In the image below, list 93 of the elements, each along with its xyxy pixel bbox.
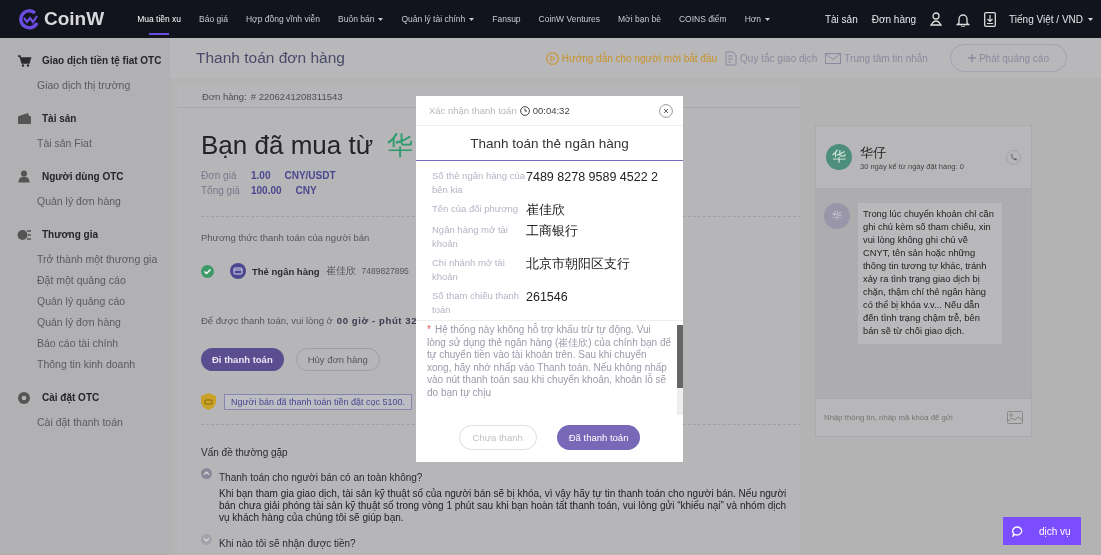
price-value: 100.00 <box>251 185 282 196</box>
faq-title: Vấn đề thường gặp <box>201 447 289 458</box>
sidebar-item[interactable]: Báo cáo tài chính <box>0 333 170 354</box>
nav-link[interactable]: Đơn hàng <box>864 13 924 25</box>
page-title: Thanh toán đơn hàng <box>196 49 345 67</box>
language-selector[interactable]: Tiếng Việt / VND <box>1003 13 1101 25</box>
method-name: Thẻ ngân hàng <box>252 265 320 277</box>
customer-service-button[interactable]: dịch vụ <box>1003 517 1081 545</box>
nav-item[interactable]: Báo giá <box>190 0 237 38</box>
document-icon <box>725 50 738 66</box>
field-label: Số tham chiếu thanh toán <box>432 289 521 317</box>
account-number: 7489827895 <box>361 266 409 276</box>
check-icon[interactable] <box>201 264 214 278</box>
field-value: 261546 <box>526 289 568 306</box>
avatar: 华 <box>826 144 852 170</box>
sidebar-item[interactable]: Quản lý đơn hàng <box>0 312 170 333</box>
countdown-timer: 00:04:32 <box>532 105 570 116</box>
chat-bubble-icon <box>1012 525 1023 537</box>
cart-icon <box>17 53 32 68</box>
wallet-icon <box>17 111 32 126</box>
scrollbar-thumb[interactable] <box>677 325 683 388</box>
sidebar-item[interactable]: Trở thành một thương gia <box>0 249 170 270</box>
price-value: 1.00 <box>251 170 271 181</box>
sidebar-heading: Giao dịch tiền tệ fiat OTC <box>42 55 162 66</box>
dialog-heading: Thanh toán thẻ ngân hàng <box>416 126 683 161</box>
nav-item[interactable]: Mua tiền xu <box>128 0 191 38</box>
sidebar-item[interactable]: Giao dịch thị trường <box>0 75 170 96</box>
contact-name: 华仔 <box>860 143 887 162</box>
field-value: 7489 8278 9589 4522 2 <box>526 169 659 186</box>
countdown-value: 00 giờ - phút 32 <box>336 315 418 326</box>
bank-card-icon <box>230 263 246 279</box>
nav-item[interactable]: Mời bạn bè <box>609 0 670 38</box>
person-icon <box>17 169 32 184</box>
nav-item[interactable]: COINS điểm <box>669 0 736 38</box>
payment-note: * Hệ thống này không hỗ trợ khấu trừ tự động. Vui lòng sử dụng thẻ ngân hàng (崔佳欣) của chính bạn để tự chuyển tiền vào tài khoản trên. Sau khi chuyển xong, hãy nhớ nhấp vào Thanh toán. Nếu không nhấp vào nút thanh toán sau khi chuyển khoản, khoản lỗ sẽ do bạn tự chịu <box>426 322 673 400</box>
sidebar-heading: Thương gia <box>42 229 98 240</box>
play-icon <box>545 51 559 65</box>
order-number: # 2206241208311543 <box>250 90 343 102</box>
caret-icon <box>1088 17 1093 21</box>
faq-question[interactable]: Thanh toán cho người bán có an toàn không? <box>219 472 423 483</box>
sidebar-heading: Cài đặt OTC <box>42 392 100 403</box>
faq-question[interactable]: Khi nào tôi sẽ nhận được tiền? <box>219 538 356 549</box>
paid-button[interactable]: Đã thanh toán <box>556 425 641 450</box>
order-heading: Bạn đã mua từ <box>201 130 374 161</box>
image-icon[interactable] <box>1007 411 1023 424</box>
price-label: Đơn giá <box>201 170 237 181</box>
field-label: Tên của đối phương <box>432 202 519 216</box>
field-value: 北京市朝阳区支行 <box>526 256 630 273</box>
phone-icon[interactable] <box>1006 149 1021 165</box>
close-icon[interactable] <box>659 103 673 118</box>
price-unit: CNY/USDT <box>284 170 336 181</box>
chat-message: Trong lúc chuyển khoản chỉ cần ghi chú kèm số tham chiếu, xin vui lòng không ghi chú về CNYT, tên sản hoặc những thông tin tương tự khác, tránh xảy ra tình trạng giao dịch bị chặn, thậm chí thẻ ngân hàng có thể bị khóa v.v... Nếu dẫn đến tình trạng chậm trễ, bên bán sẽ từ chối giao dịch. <box>858 203 1002 344</box>
nav-item[interactable]: Buôn bán <box>329 0 393 38</box>
price-unit: CNY <box>295 185 317 196</box>
sidebar-item[interactable]: Cài đặt thanh toán <box>0 412 170 433</box>
pay-button[interactable]: Đi thanh toán <box>201 348 284 371</box>
chevron-up-icon[interactable] <box>201 468 212 479</box>
clock-icon <box>519 105 530 116</box>
logo-icon <box>18 8 40 30</box>
bell-icon[interactable] <box>956 11 971 27</box>
sidebar-item[interactable]: Quản lý đơn hàng <box>0 191 170 212</box>
deposit-notice: Người bán đã thanh toán tiền đặt cọc 5100. <box>224 393 413 410</box>
field-label: Số thẻ ngân hàng của bên kia <box>432 169 526 197</box>
field-label: Ngân hàng mở tài khoản <box>432 223 509 251</box>
logo-text[interactable]: CoinW <box>44 8 105 30</box>
field-value: 工商银行 <box>526 223 578 240</box>
nav-item[interactable]: Fansup <box>483 0 530 38</box>
download-icon[interactable] <box>984 11 997 27</box>
order-label: Đơn hàng: <box>202 90 247 102</box>
gear-icon <box>17 390 32 405</box>
account-holder: 崔佳欣 <box>325 264 356 278</box>
sidebar-item[interactable]: Thông tin kinh doanh <box>0 354 170 375</box>
sidebar-heading: Người dùng OTC <box>42 171 124 182</box>
nav-item[interactable]: Quản lý tài chính <box>392 0 484 38</box>
nav-item[interactable]: Hơn <box>735 0 780 38</box>
faq-answer: Khi bạn tham gia giao dịch, tài sản kỹ thuật số của người bán sẽ bị khóa, vì vậy hãy tự tin thanh toán cho người bán. Nếu người bán chưa giải phóng tài sản kỹ thuật số trong vòng 1 phút sau khi bạn hoàn tất thanh toán, vui lòng gửi “khiếu nại” và nhóm dịch vụ khách hàng của chúng tôi sẽ giúp bạn. <box>219 488 788 524</box>
sidebar-item[interactable]: Tài sản Fiat <box>0 133 170 154</box>
field-label: Chi nhánh mở tài khoản <box>432 256 506 284</box>
nav-item[interactable]: CoinW Ventures <box>529 0 610 38</box>
section-label: Phương thức thanh toán của người bán <box>201 232 371 243</box>
nav-link[interactable]: Tài sản <box>817 13 865 25</box>
sidebar-item[interactable]: Quản lý quảng cáo <box>0 291 170 312</box>
plus-icon <box>967 54 976 62</box>
nav-item[interactable]: Hợp đồng vĩnh viễn <box>236 0 330 38</box>
countdown-label: Để được thanh toán, vui lòng ở <box>201 315 333 326</box>
dialog-title: Xác nhận thanh toán <box>429 105 517 116</box>
coin-list-icon <box>17 227 32 242</box>
envelope-icon <box>825 52 842 64</box>
field-value: 崔佳欣 <box>526 202 565 218</box>
sidebar-heading: Tài sản <box>42 113 77 124</box>
user-icon[interactable] <box>930 12 943 26</box>
sidebar-item[interactable]: Đặt một quảng cáo <box>0 270 170 291</box>
shield-icon <box>201 393 216 410</box>
